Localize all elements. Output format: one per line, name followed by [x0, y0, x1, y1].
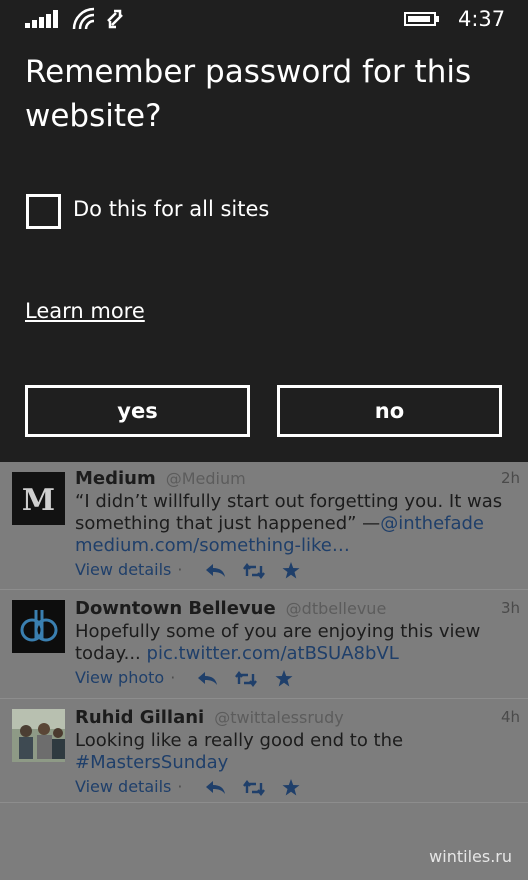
tweet-text: “I didn’t willfully start out forgetting… [75, 491, 503, 556]
retweet-icon[interactable] [242, 779, 265, 796]
medium-avatar-icon: M [12, 472, 65, 525]
password-dialog: 4:37 Remember password for this website?… [0, 0, 528, 462]
tweet-hashtag-link[interactable]: #MastersSunday [75, 752, 228, 773]
tweet-age: 3h [500, 599, 520, 617]
battery-icon [404, 12, 436, 26]
tweet-actions: View details · [75, 560, 300, 582]
view-details-link[interactable]: View details [75, 560, 171, 579]
reply-icon[interactable] [205, 563, 226, 579]
signal-icon [25, 10, 59, 28]
status-clock: 4:37 [458, 7, 506, 31]
people-photo-avatar-icon [12, 709, 65, 762]
data-sync-icon [107, 9, 123, 29]
tweet-item[interactable]: Ruhid Gillani @twittalessrudy 4h Looking … [0, 699, 528, 802]
tweet-handle: @Medium [165, 469, 246, 488]
tweet-text: Hopefully some of you are enjoying this … [75, 621, 481, 664]
tweet-actions: View photo · [75, 668, 293, 690]
favorite-star-icon[interactable] [282, 562, 300, 579]
svg-text:M: M [22, 483, 55, 518]
tweet-item[interactable]: Downtown Bellevue @dtbellevue 3h Hopefull… [0, 590, 528, 698]
no-button[interactable]: no [277, 385, 502, 437]
retweet-icon[interactable] [242, 562, 265, 579]
view-details-link[interactable]: View details [75, 777, 171, 796]
battery-nub [436, 16, 439, 22]
reply-icon[interactable] [205, 780, 226, 796]
status-bar: 4:37 [0, 0, 528, 38]
tweet-handle: @dtbellevue [285, 599, 387, 618]
wifi-icon [72, 7, 95, 30]
tweet-mention-link[interactable]: @inthefade [380, 513, 484, 534]
tweet-url-link[interactable]: pic.twitter.com/atBSUA8bVL [147, 643, 399, 664]
favorite-star-icon[interactable] [282, 779, 300, 796]
watermark: wintiles.ru [429, 847, 512, 866]
yes-button[interactable]: yes [25, 385, 250, 437]
learn-more-link[interactable]: Learn more [25, 299, 145, 323]
tweet-divider [0, 802, 528, 803]
tweet-actions: View details · [75, 777, 300, 799]
dialog-title: Remember password for this website? [25, 54, 472, 134]
reply-icon[interactable] [198, 671, 218, 687]
tweet-url-link[interactable]: medium.com/something-like… [75, 535, 350, 556]
all-sites-checkbox-label[interactable]: Do this for all sites [73, 197, 269, 221]
favorite-star-icon[interactable] [275, 670, 293, 687]
tweet-age: 4h [500, 708, 520, 726]
retweet-icon[interactable] [235, 670, 258, 687]
tweet-author: Medium @Medium [75, 468, 246, 489]
all-sites-checkbox[interactable] [26, 194, 61, 229]
tweet-text: Looking like a really good end to the #M… [75, 730, 404, 773]
db-avatar-icon [12, 600, 65, 653]
view-photo-link[interactable]: View photo [75, 668, 164, 687]
tweet-age: 2h [500, 469, 520, 487]
tweet-author: Ruhid Gillani @twittalessrudy [75, 707, 344, 728]
tweet-item[interactable]: M Medium @Medium 2h “I didn’t willfully s… [0, 462, 528, 589]
tweet-handle: @twittalessrudy [214, 708, 344, 727]
tweet-author: Downtown Bellevue @dtbellevue [75, 598, 387, 619]
